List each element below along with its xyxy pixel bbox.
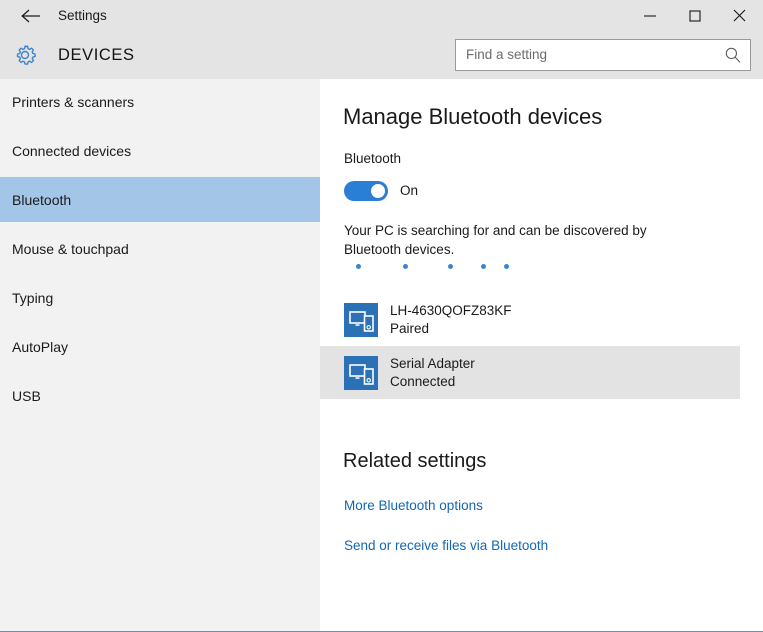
sidebar-item-typing[interactable]: Typing (0, 275, 320, 320)
discovery-status-text: Your PC is searching for and can be disc… (344, 223, 647, 257)
progress-dot (356, 264, 361, 269)
header-band: DEVICES (0, 31, 763, 79)
content-pane: Manage Bluetooth devices Bluetooth On Yo… (320, 79, 763, 631)
link-more-bluetooth-options[interactable]: More Bluetooth options (344, 498, 483, 513)
related-settings-heading: Related settings (343, 450, 487, 472)
sidebar-item-label: USB (12, 387, 41, 404)
bluetooth-toggle-label: Bluetooth (344, 151, 402, 166)
sidebar-item-label: Typing (12, 289, 54, 306)
bluetooth-toggle[interactable] (344, 181, 388, 201)
sidebar-item-mouse-touchpad[interactable]: Mouse & touchpad (0, 226, 320, 271)
sidebar-item-label: Mouse & touchpad (12, 240, 129, 257)
device-name: LH-4630QOFZ83KF (390, 302, 512, 318)
devices-pair-icon (344, 355, 378, 390)
title-bar: Settings (0, 0, 763, 31)
link-send-receive-files[interactable]: Send or receive files via Bluetooth (344, 538, 548, 553)
device-name: Serial Adapter (390, 355, 475, 371)
sidebar-item-bluetooth[interactable]: Bluetooth (0, 177, 320, 222)
devices-pair-icon (344, 302, 378, 337)
device-status: Connected (390, 373, 456, 389)
sidebar-item-connected-devices[interactable]: Connected devices (0, 128, 320, 173)
device-info: Serial Adapter Connected (390, 355, 475, 391)
progress-dot (504, 264, 509, 269)
sidebar-item-label: Connected devices (12, 142, 132, 159)
sidebar: Printers & scanners Connected devices Bl… (0, 79, 320, 631)
minimize-button[interactable] (627, 0, 672, 31)
page-title: DEVICES (58, 46, 135, 64)
device-list-item[interactable]: LH-4630QOFZ83KF Paired (320, 293, 740, 346)
sidebar-item-autoplay[interactable]: AutoPlay (0, 324, 320, 369)
device-list-item[interactable]: Serial Adapter Connected (320, 346, 740, 399)
search-input[interactable] (466, 40, 716, 70)
search-icon[interactable] (724, 46, 742, 64)
gear-icon (10, 40, 40, 70)
device-status: Paired (390, 320, 430, 336)
progress-dot (403, 264, 408, 269)
bluetooth-device-list: LH-4630QOFZ83KF Paired Serial Adapter Co… (320, 293, 763, 399)
settings-window: Settings DEVICES Find a setting Printers… (0, 0, 763, 632)
sidebar-item-printers-scanners[interactable]: Printers & scanners (0, 79, 320, 124)
sidebar-item-usb[interactable]: USB (0, 373, 320, 418)
progress-dot (448, 264, 453, 269)
back-arrow-icon[interactable] (8, 0, 54, 31)
sidebar-item-label: Printers & scanners (12, 93, 135, 110)
toggle-knob (371, 184, 385, 198)
sidebar-item-label: AutoPlay (12, 338, 69, 355)
device-info: LH-4630QOFZ83KF Paired (390, 302, 512, 338)
window-title: Settings (58, 8, 107, 23)
search-box[interactable] (455, 39, 751, 71)
close-button[interactable] (717, 0, 762, 31)
sidebar-item-label: Bluetooth (12, 191, 72, 208)
bluetooth-toggle-state: On (400, 183, 419, 198)
progress-dot (481, 264, 486, 269)
section-heading: Manage Bluetooth devices (343, 104, 603, 129)
maximize-button[interactable] (672, 0, 717, 31)
search-progress-indicator (344, 264, 684, 274)
